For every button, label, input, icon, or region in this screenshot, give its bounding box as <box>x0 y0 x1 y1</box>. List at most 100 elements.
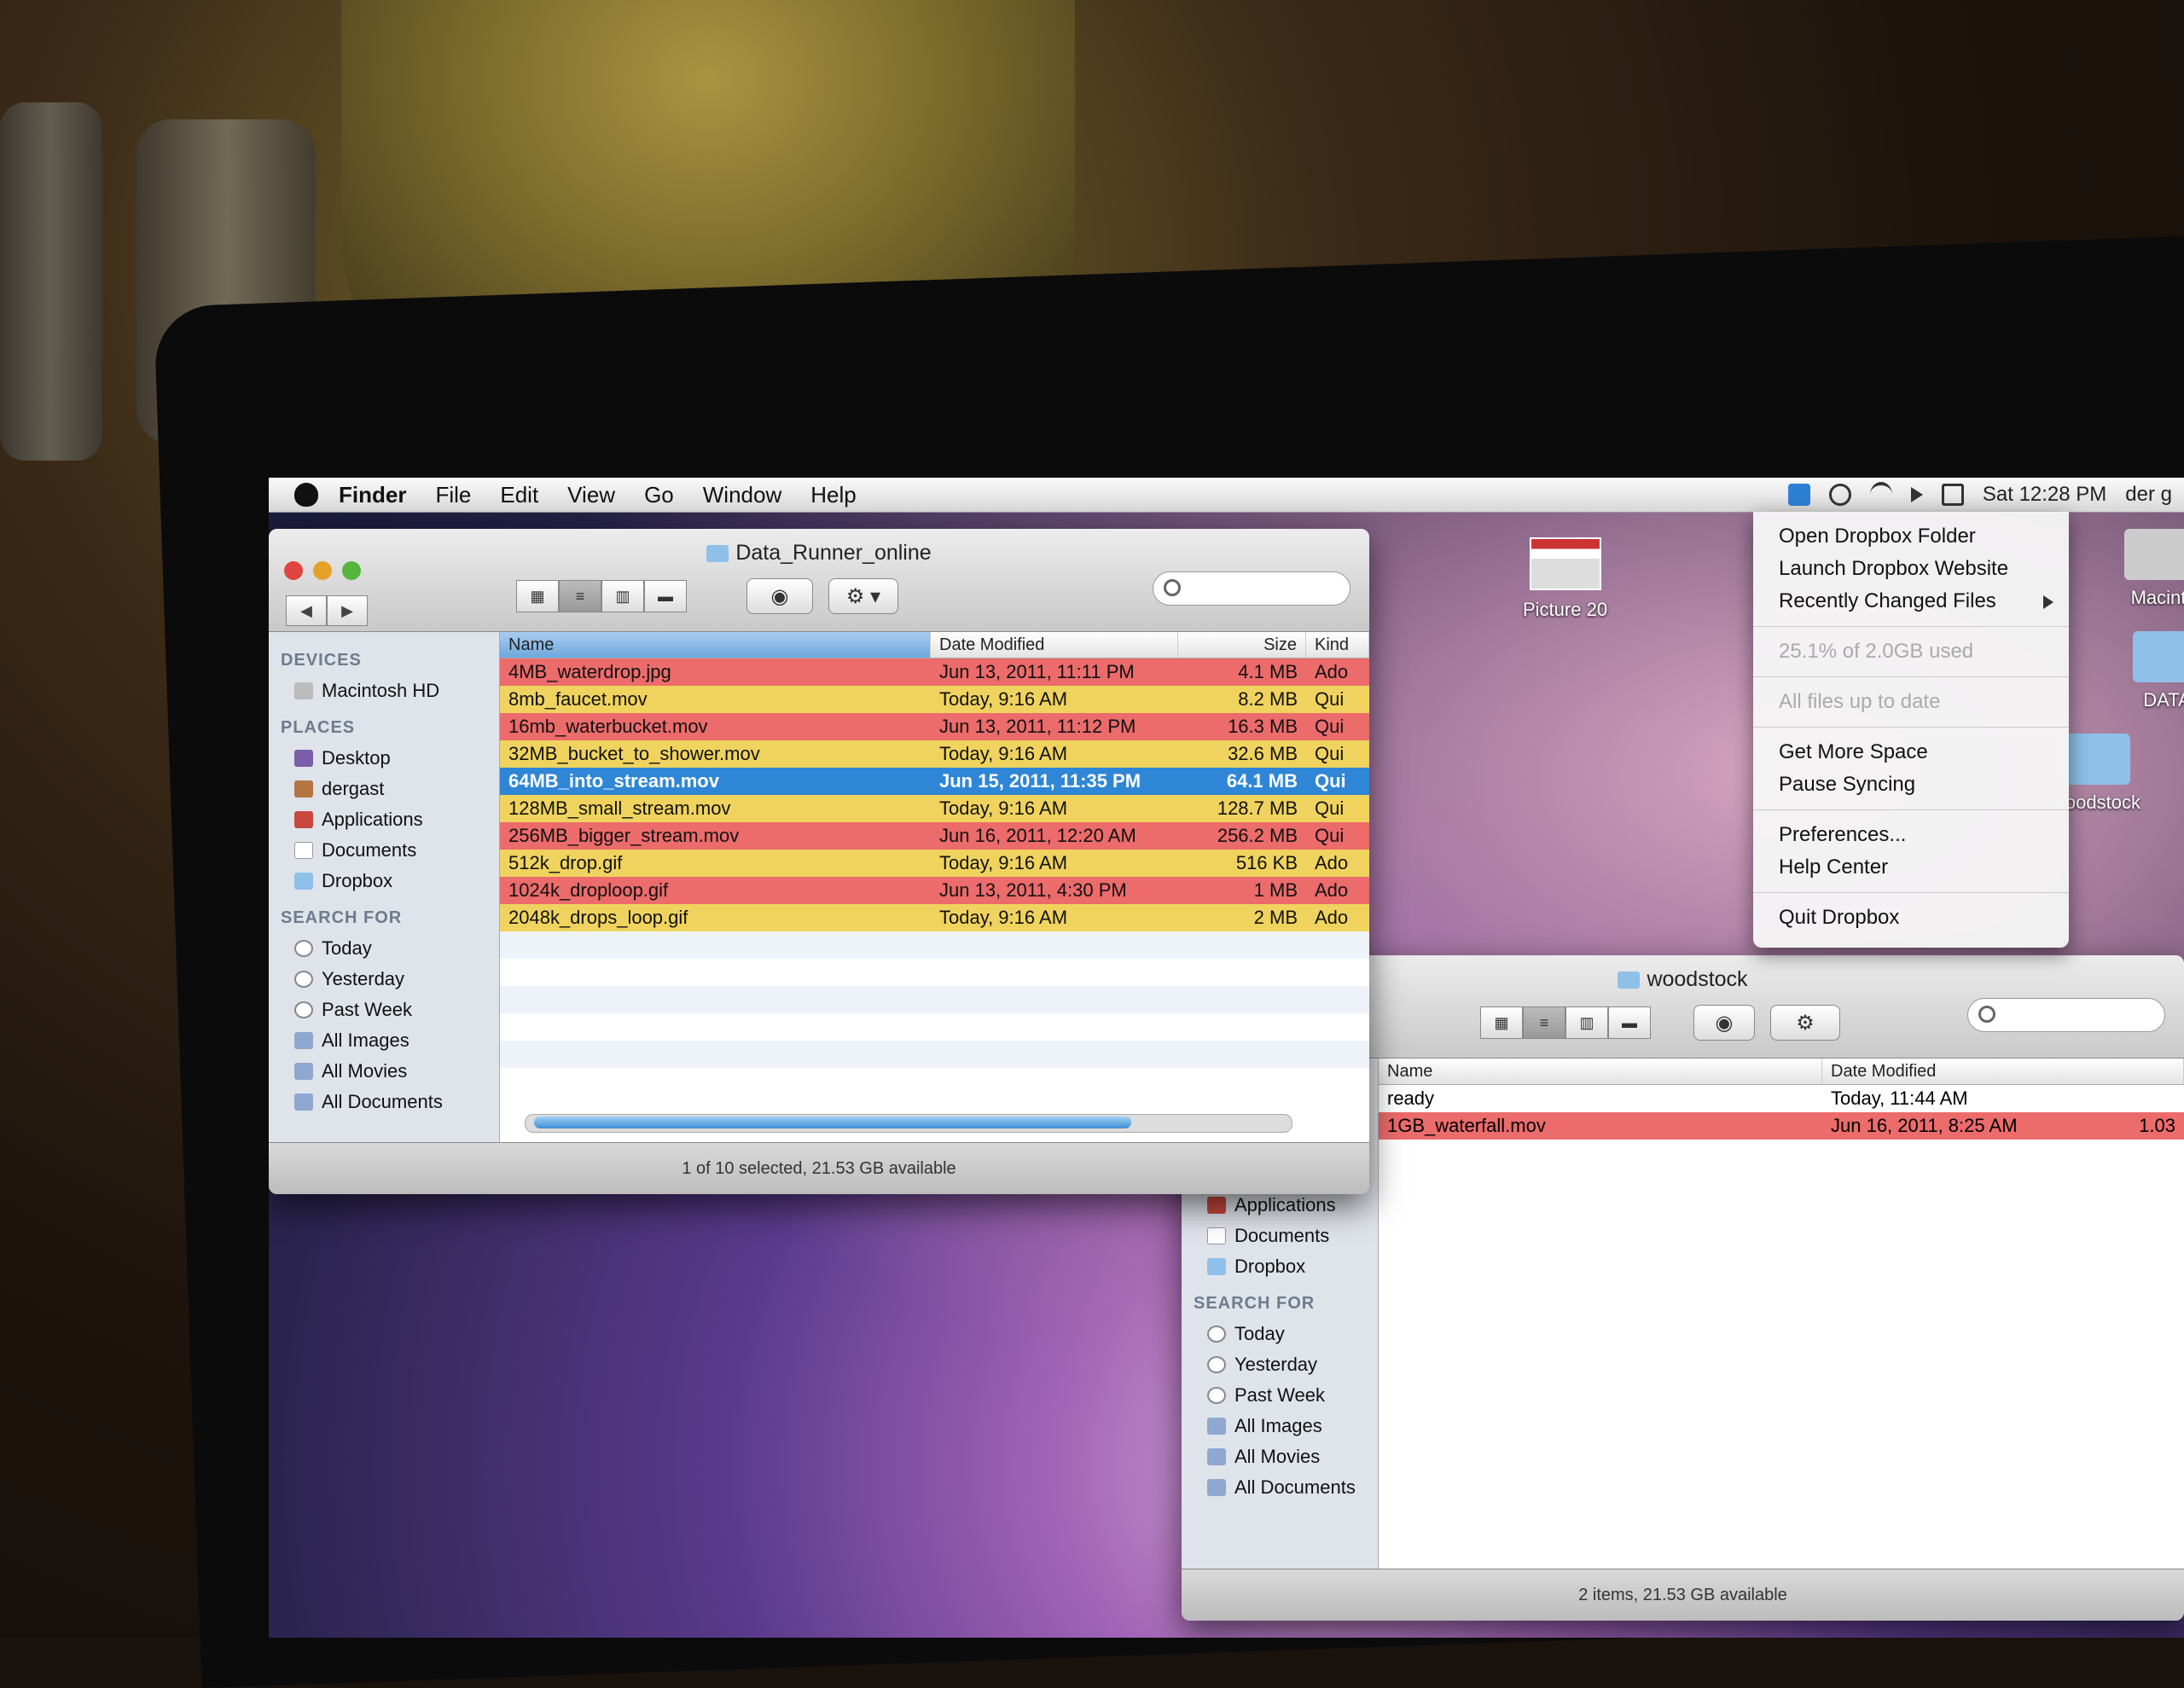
sidebar-item-yesterday[interactable]: Yesterday <box>1182 1349 1378 1380</box>
menu-go[interactable]: Go <box>644 482 674 508</box>
sidebar-section-heading: PLACES <box>281 718 356 737</box>
scrollbar-thumb[interactable] <box>534 1117 1132 1128</box>
file-row[interactable]: 1024k_droploop.gif Jun 13, 2011, 4:30 PM 1… <box>500 877 1369 904</box>
file-row[interactable]: 1GB_waterfall.mov Jun 16, 2011, 8:25 AM 1.… <box>1379 1112 2184 1140</box>
sidebar-item-all-images[interactable]: All Images <box>1182 1411 1378 1441</box>
view-buttons: ▦ ≡ ▥ ▬ <box>516 580 687 612</box>
sidebar-section-heading: SEARCH FOR <box>1194 1294 1316 1313</box>
folder-icon <box>1207 1258 1226 1275</box>
desktop-icon-picture[interactable]: Picture 20 <box>1523 537 1607 621</box>
sidebar-item-applications[interactable]: Applications <box>1182 1190 1378 1221</box>
file-row[interactable]: 256MB_bigger_stream.mov Jun 16, 2011, 12:… <box>500 822 1369 850</box>
quick-look-button[interactable]: ◉ <box>1693 1005 1755 1041</box>
wifi-icon[interactable] <box>1869 482 1892 508</box>
menu-item-help-center[interactable]: Help Center <box>1753 851 2069 884</box>
file-row[interactable]: ready Today, 11:44 AM <box>1379 1085 2184 1112</box>
desktop-icon-label: Picture 20 <box>1523 599 1608 620</box>
horizontal-scrollbar[interactable] <box>525 1114 1292 1133</box>
sidebar-item-dropbox[interactable]: Dropbox <box>269 866 499 896</box>
file-row[interactable]: 32MB_bucket_to_shower.mov Today, 9:16 AM 3… <box>500 740 1369 768</box>
clock[interactable]: Sat 12:28 PM <box>1983 483 2106 507</box>
file-row[interactable]: 128MB_small_stream.mov Today, 9:16 AM 128.… <box>500 795 1369 822</box>
sidebar-item-all-documents[interactable]: All Documents <box>1182 1472 1378 1503</box>
file-row[interactable]: 64MB_into_stream.mov Jun 15, 2011, 11:35 … <box>500 768 1369 795</box>
icon-view-button[interactable]: ▦ <box>516 580 559 612</box>
coverflow-view-button[interactable]: ▬ <box>1608 1006 1651 1039</box>
coverflow-view-button[interactable]: ▬ <box>644 580 687 612</box>
quick-look-button[interactable]: ◉ <box>746 578 813 614</box>
search-field[interactable] <box>1967 998 2165 1032</box>
sidebar-item-documents[interactable]: Documents <box>269 835 499 866</box>
menu-finder[interactable]: Finder <box>339 482 406 508</box>
menu-item-recently-changed-files[interactable]: Recently Changed Files <box>1753 585 2069 618</box>
menu-item-get-more-space[interactable]: Get More Space <box>1753 736 2069 769</box>
column-kind[interactable]: Kind <box>1306 632 1369 658</box>
battery-icon[interactable] <box>1941 484 1964 506</box>
file-date: Today, 9:16 AM <box>939 688 1068 710</box>
file-rows: ready Today, 11:44 AM 1GB_waterfall.mov Jun… <box>1379 1085 2184 1140</box>
file-size: 32.6 MB <box>1228 743 1298 764</box>
sidebar-item-label: All Images <box>1234 1415 1322 1436</box>
search-icon <box>1164 579 1181 596</box>
file-rows: 4MB_waterdrop.jpg Jun 13, 2011, 11:11 PM 4… <box>500 658 1369 1068</box>
menu-view[interactable]: View <box>567 482 615 508</box>
sidebar-item-all-images[interactable]: All Images <box>269 1025 499 1056</box>
list-view-button[interactable]: ≡ <box>1523 1006 1565 1039</box>
search-icon <box>1978 1006 1995 1023</box>
list-view-button[interactable]: ≡ <box>559 580 601 612</box>
file-row[interactable]: 2048k_drops_loop.gif Today, 9:16 AM 2 MB Ad… <box>500 904 1369 931</box>
menu-separator <box>1753 727 2069 728</box>
forward-button[interactable]: ▶ <box>327 595 368 626</box>
file-row[interactable]: 512k_drop.gif Today, 9:16 AM 516 KB Ado <box>500 850 1369 877</box>
menu-item-preferences[interactable]: Preferences... <box>1753 819 2069 851</box>
column-name[interactable]: Name <box>500 632 931 658</box>
menu-item-open-dropbox-folder[interactable]: Open Dropbox Folder <box>1753 520 2069 553</box>
sidebar-item-applications[interactable]: Applications <box>269 804 499 835</box>
menu-help[interactable]: Help <box>810 482 856 508</box>
file-row[interactable]: 8mb_faucet.mov Today, 9:16 AM 8.2 MB Qui <box>500 686 1369 713</box>
column-date[interactable]: Date Modified <box>931 632 1178 658</box>
sidebar-item-all-movies[interactable]: All Movies <box>1182 1441 1378 1472</box>
sidebar-item-past-week[interactable]: Past Week <box>1182 1380 1378 1411</box>
file-row[interactable]: 16mb_waterbucket.mov Jun 13, 2011, 11:12 … <box>500 713 1369 740</box>
search-field[interactable] <box>1153 571 1350 606</box>
icon-view-button[interactable]: ▦ <box>1480 1006 1523 1039</box>
sidebar-item-all-movies[interactable]: All Movies <box>269 1056 499 1087</box>
user-menu[interactable]: der g <box>2125 483 2172 507</box>
menu-item-launch-dropbox-website[interactable]: Launch Dropbox Website <box>1753 553 2069 585</box>
dropbox-icon[interactable] <box>1787 484 1810 506</box>
column-date[interactable]: Date Modified <box>1822 1059 2184 1084</box>
file-name: 256MB_bigger_stream.mov <box>508 825 740 846</box>
sidebar-item-today[interactable]: Today <box>1182 1319 1378 1349</box>
sidebar-item-past-week[interactable]: Past Week <box>269 995 499 1025</box>
file-row[interactable]: 4MB_waterdrop.jpg Jun 13, 2011, 11:11 PM 4… <box>500 658 1369 686</box>
time-machine-icon[interactable] <box>1828 484 1851 506</box>
file-date: Today, 9:16 AM <box>939 852 1068 873</box>
back-button[interactable]: ◀ <box>286 595 327 626</box>
action-gear-button[interactable]: ⚙ <box>1770 1005 1840 1041</box>
sidebar-item-documents[interactable]: Documents <box>1182 1221 1378 1251</box>
file-date: Jun 16, 2011, 8:25 AM <box>1831 1115 2018 1136</box>
column-name[interactable]: Name <box>1379 1059 1822 1084</box>
volume-icon[interactable] <box>1910 487 1923 502</box>
apple-menu-icon[interactable] <box>294 483 318 507</box>
action-gear-button[interactable]: ⚙ ▾ <box>828 578 898 614</box>
sidebar-item-yesterday[interactable]: Yesterday <box>269 964 499 995</box>
sidebar-item-today[interactable]: Today <box>269 933 499 964</box>
column-size[interactable]: Size <box>1178 632 1306 658</box>
menu-item-quit-dropbox[interactable]: Quit Dropbox <box>1753 902 2069 934</box>
column-view-button[interactable]: ▥ <box>1565 1006 1608 1039</box>
menu-edit[interactable]: Edit <box>500 482 538 508</box>
column-view-button[interactable]: ▥ <box>601 580 644 612</box>
sidebar-item-desktop[interactable]: Desktop <box>269 743 499 774</box>
menu-file[interactable]: File <box>435 482 471 508</box>
desktop-icon-macintosh[interactable]: Macint <box>2124 529 2184 609</box>
sidebar-item-dropbox[interactable]: Dropbox <box>1182 1251 1378 1282</box>
sidebar-item-all-documents[interactable]: All Documents <box>269 1087 499 1117</box>
menu-item-pause-syncing[interactable]: Pause Syncing <box>1753 769 2069 801</box>
menu-window[interactable]: Window <box>703 482 781 508</box>
desktop-icon-data[interactable]: DATA <box>2133 631 2184 711</box>
sidebar-item-home[interactable]: dergast <box>269 774 499 804</box>
column-header: Name Date Modified Size Kind <box>500 632 1369 658</box>
sidebar-item-macintosh-hd[interactable]: Macintosh HD <box>269 676 499 706</box>
